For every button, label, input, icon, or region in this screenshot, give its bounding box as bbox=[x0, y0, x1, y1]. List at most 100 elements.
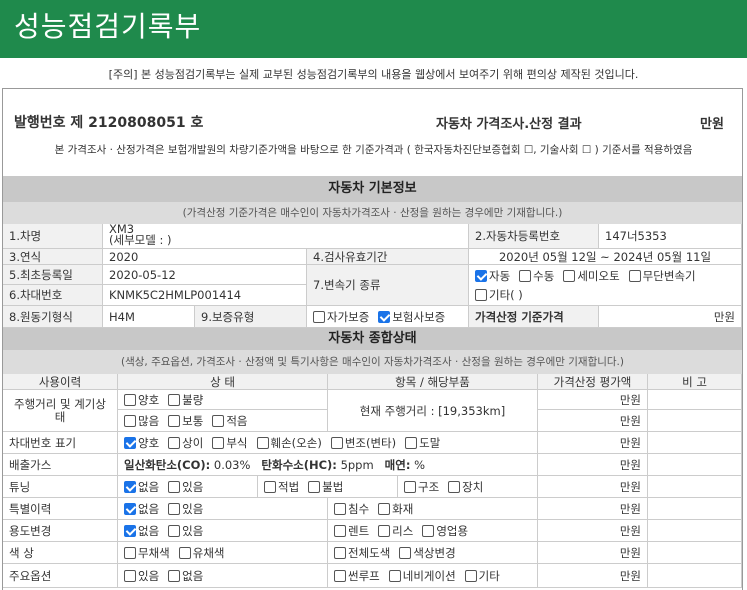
option-opt-sunroof[interactable]: 썬루프 bbox=[334, 568, 380, 584]
usage-price: 만원 bbox=[538, 520, 648, 542]
color-opt-full-paint[interactable]: 전체도색 bbox=[334, 545, 390, 561]
trans-opt-manual[interactable]: 수동 bbox=[519, 269, 554, 283]
history-opt-flood[interactable]: 침수 bbox=[334, 501, 369, 517]
tuning-opt-illegal[interactable]: 불법 bbox=[308, 479, 343, 495]
tuning-opt-structure[interactable]: 구조 bbox=[404, 479, 439, 495]
mileage-note-1 bbox=[648, 390, 742, 410]
checkbox-icon bbox=[464, 569, 477, 582]
trans-opt-semi[interactable]: 세미오토 bbox=[563, 269, 620, 283]
color-opt-change[interactable]: 색상변경 bbox=[399, 545, 456, 561]
option-opt-none[interactable]: 없음 bbox=[168, 568, 203, 584]
mileage-opt-good[interactable]: 양호 bbox=[124, 392, 159, 408]
emission-hc-label: 탄화수소(HC): bbox=[261, 457, 337, 472]
result-won: 만원 bbox=[700, 117, 724, 132]
page-title: 성능점검기록부 bbox=[14, 10, 202, 43]
trans-opt-other[interactable]: 기타( ) bbox=[475, 288, 523, 302]
trans-options: 자동 수동 세미오토 무단변속기 기타( ) bbox=[469, 265, 742, 306]
color-options: 무채색 유채색 bbox=[118, 542, 328, 564]
checkbox-icon bbox=[168, 502, 181, 515]
price-description: 본 가격조사 · 산정가격은 보험개발원의 차량기준가액을 바탕으로 한 기준가… bbox=[54, 144, 693, 156]
issue-prefix: 발행번호 제 bbox=[14, 115, 84, 131]
history-options: 없음 있음 bbox=[118, 498, 328, 520]
notice-text: [주의] 본 성능점검기록부는 실제 교부된 성능점검기록부의 내용을 웹상에서… bbox=[108, 68, 639, 81]
vin-mark-price: 만원 bbox=[538, 432, 648, 454]
tuning-label: 튜닝 bbox=[3, 476, 118, 498]
checkbox-icon bbox=[388, 569, 401, 582]
col-usage: 사용이력 bbox=[3, 374, 118, 390]
trans-opt-cvt[interactable]: 무단변속기 bbox=[628, 269, 696, 283]
mileage-opt-many[interactable]: 많음 bbox=[124, 413, 159, 429]
checkbox-icon bbox=[124, 546, 136, 559]
history-opt-yes[interactable]: 있음 bbox=[168, 501, 203, 517]
option-opt-yes[interactable]: 있음 bbox=[124, 568, 159, 584]
checkbox-icon bbox=[448, 480, 461, 493]
vin-opt-damage[interactable]: 훼손(오손) bbox=[256, 435, 322, 451]
color-opt-chromatic[interactable]: 유채색 bbox=[178, 545, 225, 561]
option-opt-navi[interactable]: 네비게이션 bbox=[388, 568, 456, 584]
checkbox-icon bbox=[313, 310, 325, 323]
usage-options: 없음 있음 bbox=[118, 520, 328, 542]
tuning-opt-yes[interactable]: 있음 bbox=[168, 479, 203, 495]
vin-mark-options: 양호 상이 부식 훼손(오손) 변조(변타) 도말 bbox=[118, 432, 538, 454]
checkbox-checked-icon bbox=[124, 524, 136, 537]
checkbox-icon bbox=[334, 502, 346, 515]
car-detail-model: (세부모델 : ) bbox=[109, 233, 172, 247]
option-opt-other[interactable]: 기타 bbox=[464, 568, 500, 584]
color-opt-achromatic[interactable]: 무채색 bbox=[124, 545, 170, 561]
vin-opt-corrosion[interactable]: 부식 bbox=[212, 435, 248, 451]
mileage-text: 현재 주행거리 : [19,353km] bbox=[328, 390, 538, 432]
emission-co-value: 0.03% bbox=[213, 457, 251, 472]
checkbox-icon bbox=[422, 524, 435, 537]
emission-note bbox=[648, 454, 742, 476]
engine-value: H4M bbox=[103, 306, 195, 328]
vin-opt-good[interactable]: 양호 bbox=[124, 435, 159, 451]
vin-opt-diff[interactable]: 상이 bbox=[168, 435, 203, 451]
option-price: 만원 bbox=[538, 564, 648, 588]
emission-price: 만원 bbox=[538, 454, 648, 476]
tuning-opt-none[interactable]: 없음 bbox=[124, 479, 159, 495]
checkbox-icon bbox=[168, 436, 181, 449]
mileage-opt-normal[interactable]: 보통 bbox=[168, 413, 203, 429]
checkbox-icon bbox=[124, 393, 136, 406]
warranty-opt-insurer[interactable]: 보험사보증 bbox=[378, 309, 445, 325]
valid-value: 2020년 05월 12일 ~ 2024년 05월 11일 bbox=[469, 249, 742, 265]
warranty-opt-self[interactable]: 자가보증 bbox=[313, 309, 369, 325]
tuning-opt-legal[interactable]: 적법 bbox=[264, 479, 299, 495]
tuning-opt-device[interactable]: 장치 bbox=[448, 479, 483, 495]
vin-label: 6.차대번호 bbox=[3, 285, 103, 306]
overall-subtitle: (색상, 주요옵션, 가격조사 · 산정액 및 특기사항은 매수인이 자동차가격… bbox=[3, 350, 742, 374]
checkbox-icon bbox=[399, 546, 412, 559]
history-opt-fire[interactable]: 화재 bbox=[378, 501, 413, 517]
vin-opt-smeared[interactable]: 도말 bbox=[405, 435, 440, 451]
color-label: 색 상 bbox=[3, 542, 118, 564]
checkbox-icon bbox=[404, 480, 416, 493]
usage-opt-yes[interactable]: 있음 bbox=[168, 523, 203, 539]
tuning-options-legal: 적법 불법 bbox=[258, 476, 398, 498]
name-label: 1.차명 bbox=[3, 224, 103, 249]
checkbox-icon bbox=[256, 436, 269, 449]
mileage-opt-few[interactable]: 적음 bbox=[212, 413, 248, 429]
base-price-label: 가격산정 기준가격 bbox=[469, 306, 599, 328]
mileage-price-1: 만원 bbox=[538, 390, 648, 410]
vin-opt-altered[interactable]: 변조(변타) bbox=[330, 435, 396, 451]
option-label: 주요옵션 bbox=[3, 564, 118, 588]
usage-opt-none[interactable]: 없음 bbox=[124, 523, 159, 539]
col-item: 항목 / 해당부품 bbox=[328, 374, 538, 390]
mileage-opt-bad[interactable]: 불량 bbox=[168, 392, 203, 408]
tuning-note bbox=[648, 476, 742, 498]
emission-smoke-value: % bbox=[414, 457, 426, 472]
checkbox-icon bbox=[519, 270, 532, 282]
basic-info-header: 자동차 기본정보 bbox=[3, 176, 742, 202]
tuning-price: 만원 bbox=[538, 476, 648, 498]
checkbox-icon bbox=[168, 480, 181, 493]
history-opt-none[interactable]: 없음 bbox=[124, 501, 159, 517]
usage-opt-business[interactable]: 영업용 bbox=[422, 523, 468, 539]
checkbox-icon bbox=[264, 480, 276, 493]
checkbox-icon bbox=[212, 436, 225, 449]
emission-hc-value: 5ppm bbox=[340, 457, 374, 472]
emission-co-label: 일산화탄소(CO): bbox=[124, 457, 211, 472]
usage-opt-lease[interactable]: 리스 bbox=[378, 523, 413, 539]
usage-opt-rent[interactable]: 렌트 bbox=[334, 523, 369, 539]
trans-opt-auto[interactable]: 자동 bbox=[475, 269, 510, 283]
checkbox-icon bbox=[378, 502, 391, 515]
